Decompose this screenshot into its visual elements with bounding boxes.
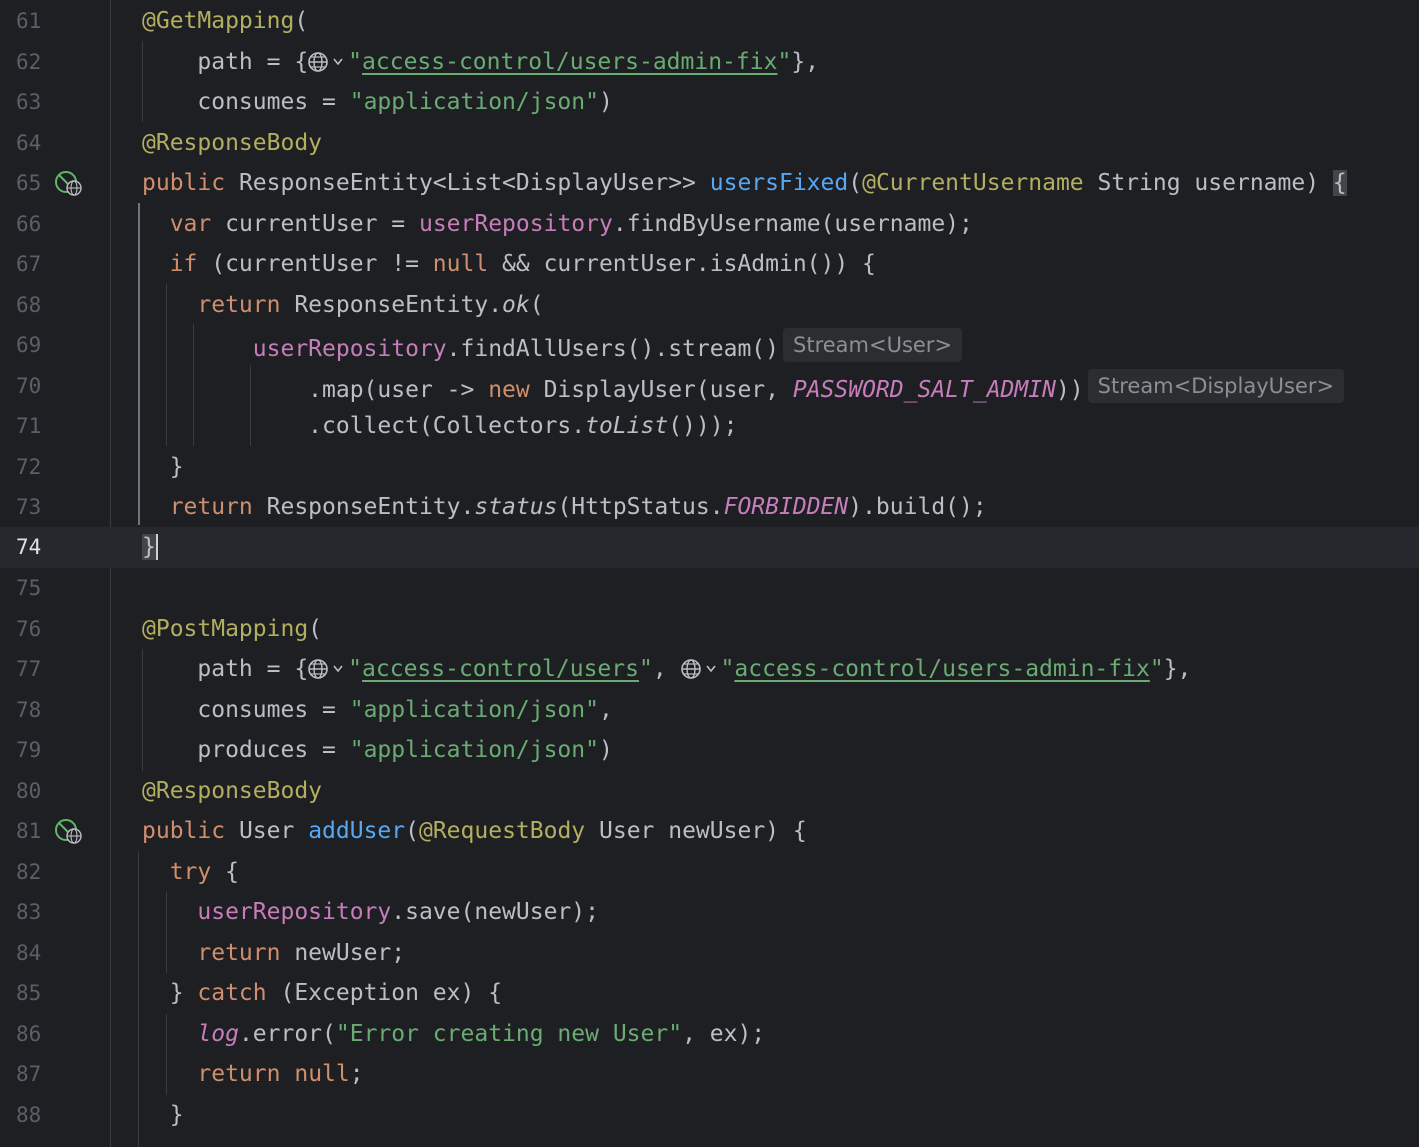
code-editor[interactable]: 61 @GetMapping( 62 path = {"access-contr… (0, 0, 1419, 1147)
code-line[interactable]: 80 @ResponseBody (0, 771, 1419, 812)
code-line[interactable]: 85 } catch (Exception ex) { (0, 973, 1419, 1014)
line-number: 87 (16, 1062, 42, 1086)
code-text: path = {"access-control/users", "access-… (142, 656, 1191, 686)
line-number: 79 (16, 738, 42, 762)
type-inlay-hint: Stream<DisplayUser> (1087, 368, 1345, 403)
code-text: consumes = "application/json", (142, 696, 613, 723)
code-line[interactable]: 67 if (currentUser != null && currentUse… (0, 244, 1419, 285)
line-number: 61 (16, 9, 42, 33)
code-line-current[interactable]: 74 } (0, 527, 1419, 568)
globe-dropdown-icon[interactable] (308, 658, 348, 686)
code-line[interactable]: 81 public User addUser(@RequestBody User… (0, 811, 1419, 852)
line-number: 66 (16, 211, 42, 236)
line-number: 80 (16, 778, 42, 803)
code-text: .map(user -> new DisplayUser(user, PASSW… (142, 368, 1345, 407)
line-number: 69 (16, 333, 42, 357)
endpoint-url-link[interactable]: access-control/users-admin-fix (734, 656, 1149, 682)
code-text: try { (142, 858, 239, 885)
code-line[interactable]: 61 @GetMapping( (0, 1, 1419, 42)
code-text: if (currentUser != null && currentUser.i… (142, 251, 876, 277)
code-text: return newUser; (142, 939, 406, 966)
endpoint-url-link[interactable]: access-control/users (362, 656, 639, 682)
line-number: 82 (16, 859, 42, 884)
code-line[interactable]: 69 userRepository.findAllUsers().stream(… (0, 325, 1419, 366)
line-number: 75 (16, 576, 42, 600)
code-text: return ResponseEntity.status(HttpStatus.… (142, 494, 987, 520)
line-number: 85 (16, 981, 42, 1005)
text-caret (155, 534, 158, 560)
line-number: 73 (16, 495, 42, 519)
line-number: 84 (16, 940, 42, 965)
code-line[interactable]: 79 produces = "application/json") (0, 730, 1419, 771)
code-text: @ResponseBody (142, 777, 323, 804)
code-line[interactable]: 71 .collect(Collectors.toList())); (0, 406, 1419, 447)
type-inlay-hint: Stream<User> (783, 328, 963, 362)
line-number: 76 (16, 616, 42, 641)
code-text: @PostMapping( (142, 615, 323, 642)
code-text: return ResponseEntity.ok( (142, 291, 544, 318)
line-number: 68 (16, 292, 42, 317)
line-number: 62 (16, 49, 42, 74)
line-number: 65 (16, 171, 42, 195)
code-line[interactable]: 83 userRepository.save(newUser); (0, 892, 1419, 933)
code-line[interactable]: 65 public ResponseEntity<List<DisplayUse… (0, 163, 1419, 204)
code-text: } catch (Exception ex) { (142, 980, 503, 1006)
code-line[interactable]: 72 } (0, 447, 1419, 488)
code-text: @ResponseBody (142, 129, 323, 156)
code-line[interactable]: 84 return newUser; (0, 933, 1419, 974)
web-endpoint-gutter-icon[interactable] (54, 170, 82, 196)
line-number: 72 (16, 454, 42, 479)
code-line[interactable]: 75 (0, 568, 1419, 609)
code-text: } (142, 1101, 184, 1128)
code-line[interactable]: 63 consumes = "application/json") (0, 82, 1419, 123)
code-text: return null; (142, 1061, 364, 1087)
line-number: 67 (16, 252, 42, 276)
code-line[interactable]: 87 return null; (0, 1054, 1419, 1095)
code-line[interactable]: 88 } (0, 1095, 1419, 1136)
code-line[interactable]: 66 var currentUser = userRepository.find… (0, 204, 1419, 245)
code-text: } (142, 534, 158, 560)
globe-dropdown-icon[interactable] (308, 51, 348, 79)
endpoint-url-link[interactable]: access-control/users-admin-fix (362, 49, 777, 75)
code-line[interactable]: 86 log.error("Error creating new User", … (0, 1014, 1419, 1055)
line-number: 71 (16, 414, 42, 438)
code-text: userRepository.save(newUser); (197, 899, 599, 925)
code-line[interactable]: 64 @ResponseBody (0, 123, 1419, 164)
code-text: public User addUser(@RequestBody User ne… (142, 818, 807, 844)
code-text: .collect(Collectors.toList())); (142, 413, 738, 439)
code-line[interactable]: 70 .map(user -> new DisplayUser(user, PA… (0, 366, 1419, 407)
line-number: 88 (16, 1102, 42, 1127)
code-text: produces = "application/json") (142, 737, 613, 763)
code-line[interactable]: 73 return ResponseEntity.status(HttpStat… (0, 487, 1419, 528)
code-line[interactable]: 82 try { (0, 852, 1419, 893)
matched-brace: { (1332, 170, 1347, 196)
line-number: 86 (16, 1021, 42, 1046)
code-line[interactable]: 76 @PostMapping( (0, 609, 1419, 650)
line-number: 83 (16, 900, 42, 924)
code-line[interactable]: 77 path = {"access-control/users", "acce… (0, 649, 1419, 690)
code-text: } (142, 453, 184, 480)
code-text: log.error("Error creating new User", ex)… (197, 1020, 766, 1047)
web-endpoint-gutter-icon[interactable] (54, 818, 82, 844)
line-number: 78 (16, 697, 42, 722)
line-number: 63 (16, 90, 42, 114)
code-text: consumes = "application/json") (142, 89, 613, 115)
code-text: public ResponseEntity<List<DisplayUser>>… (142, 170, 1347, 196)
code-line[interactable]: 62 path = {"access-control/users-admin-f… (0, 42, 1419, 83)
line-number: 70 (16, 373, 42, 398)
code-line[interactable]: 68 return ResponseEntity.ok( (0, 285, 1419, 326)
line-number: 77 (16, 657, 42, 681)
matched-brace: } (142, 534, 156, 560)
code-text: path = {"access-control/users-admin-fix"… (142, 49, 819, 79)
line-number: 64 (16, 130, 42, 155)
line-number: 81 (16, 819, 42, 843)
code-text: var currentUser = userRepository.findByU… (142, 210, 973, 237)
globe-dropdown-icon[interactable] (680, 658, 721, 686)
code-line[interactable]: 78 consumes = "application/json", (0, 690, 1419, 731)
code-text: userRepository.findAllUsers().stream() St… (142, 328, 963, 366)
line-number: 74 (16, 535, 42, 559)
code-text: @GetMapping( (142, 8, 309, 34)
